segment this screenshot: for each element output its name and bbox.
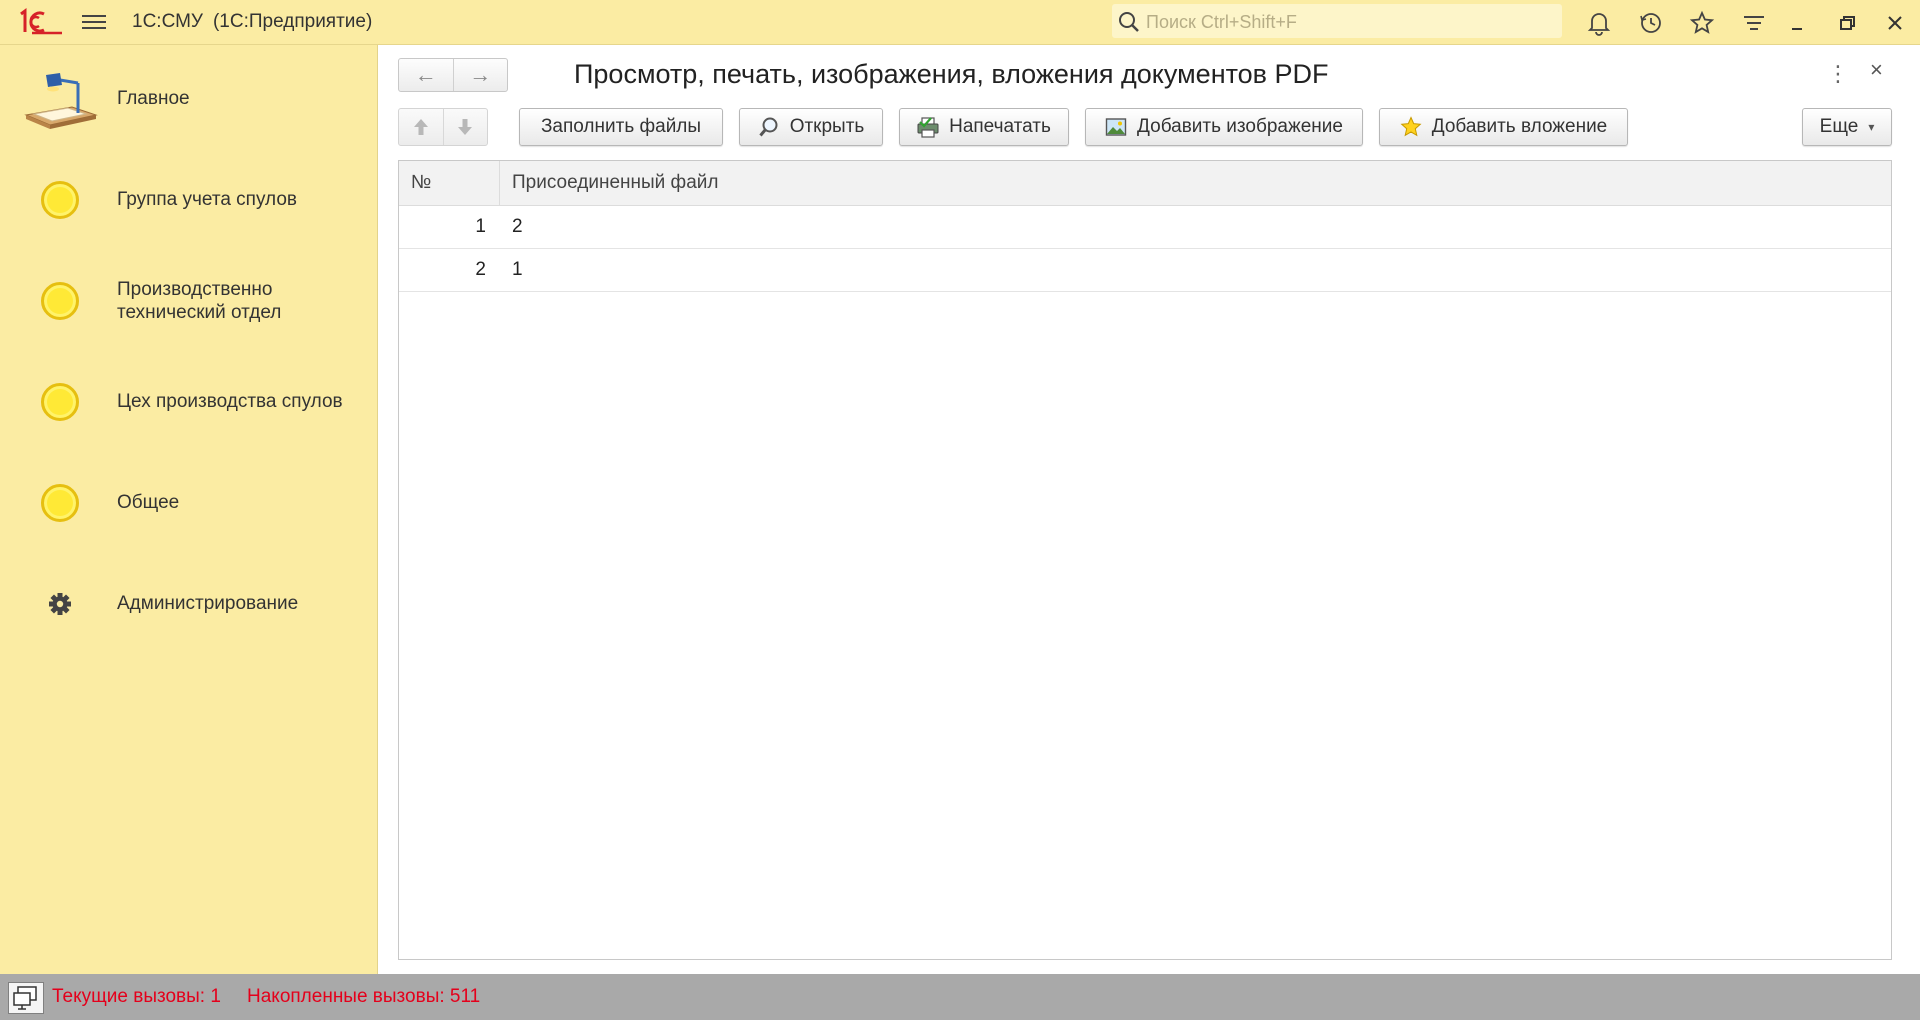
yellow-circle-icon (36, 378, 84, 426)
more-button[interactable]: Еще ▾ (1802, 108, 1892, 146)
cell-number: 1 (475, 216, 486, 237)
close-icon[interactable] (1882, 10, 1908, 36)
cell-number: 2 (475, 259, 486, 280)
star-icon (1400, 116, 1422, 138)
sidebar-item-label: Цех производства спулов (117, 391, 343, 412)
back-arrow-icon[interactable]: ← (399, 59, 454, 91)
bell-icon[interactable] (1586, 10, 1612, 36)
minimize-icon[interactable] (1784, 10, 1810, 36)
filter-icon[interactable] (1741, 10, 1767, 36)
move-row-buttons (398, 108, 488, 146)
gear-icon (36, 580, 84, 628)
move-up-icon[interactable] (399, 109, 444, 145)
print-button[interactable]: Напечатать (899, 108, 1069, 146)
app-mode: (1С:Предприятие) (212, 11, 373, 32)
sidebar-item-main[interactable]: Главное (0, 59, 378, 139)
table-header: № Присоединенный файл (399, 161, 1891, 206)
menu-icon[interactable] (82, 11, 106, 33)
star-icon[interactable] (1689, 10, 1715, 36)
yellow-circle-icon (36, 277, 84, 325)
form-area: ← → Просмотр, печать, изображения, вложе… (378, 45, 1920, 974)
sections-panel: Главное Группа учета спулов Производстве… (0, 45, 378, 974)
status-bar: Текущие вызовы: 1 Накопленные вызовы: 51… (0, 974, 1920, 1020)
attached-files-table[interactable]: № Присоединенный файл 1 2 2 1 (398, 160, 1892, 960)
sidebar-item-label: Группа учета спулов (117, 189, 297, 210)
open-button[interactable]: Открыть (739, 108, 883, 146)
chevron-down-icon: ▾ (1868, 120, 1875, 134)
table-row[interactable]: 1 2 (399, 206, 1891, 249)
1c-logo-icon (18, 8, 64, 36)
history-icon[interactable] (1638, 10, 1664, 36)
sidebar-item-label: Главное (117, 88, 190, 109)
title-bar: 1С:СМУ (1С:Предприятие) (0, 0, 1920, 45)
cell-attached-file[interactable]: 1 (500, 249, 1891, 291)
printer-icon (917, 116, 939, 138)
sidebar-item-production-technical[interactable]: Производственно технический отдел (0, 261, 378, 341)
yellow-circle-icon (36, 176, 84, 224)
sidebar-item-label: Производственно технический отдел (117, 279, 282, 323)
open-label: Открыть (789, 116, 865, 137)
sidebar-item-spool-accounting[interactable]: Группа учета спулов (0, 160, 378, 240)
current-calls-text: Текущие вызовы: 1 (52, 986, 221, 1007)
add-attachment-label: Добавить вложение (1431, 116, 1608, 137)
monitor-icon[interactable] (8, 982, 44, 1014)
app-name: 1С:СМУ (132, 11, 203, 32)
sidebar-item-label: Администрирование (117, 593, 299, 614)
sidebar-item-label: Общее (117, 492, 180, 513)
column-header-number[interactable]: № (399, 161, 500, 205)
form-title: Просмотр, печать, изображения, вложения … (574, 59, 1329, 89)
restore-icon[interactable] (1834, 10, 1860, 36)
search-box[interactable] (1112, 4, 1562, 40)
magnifier-icon (758, 116, 780, 138)
add-image-label: Добавить изображение (1137, 116, 1343, 137)
search-input[interactable] (1144, 4, 1558, 40)
column-header-attached-file[interactable]: Присоединенный файл (500, 161, 1891, 205)
add-image-button[interactable]: Добавить изображение (1085, 108, 1363, 146)
search-icon (1119, 12, 1139, 32)
sidebar-item-general[interactable]: Общее (0, 463, 378, 543)
forward-arrow-icon[interactable]: → (454, 59, 508, 91)
sidebar-item-spool-workshop[interactable]: Цех производства спулов (0, 362, 378, 442)
more-actions-icon[interactable]: ⋮ (1827, 61, 1849, 87)
yellow-circle-icon (36, 479, 84, 527)
cell-attached-file[interactable]: 2 (500, 206, 1891, 248)
fill-files-label: Заполнить файлы (540, 116, 702, 137)
accumulated-calls-text: Накопленные вызовы: 511 (247, 986, 481, 1007)
desk-lamp-icon (20, 69, 100, 131)
more-label: Еще (1819, 116, 1859, 137)
app-title: 1С:СМУ (1С:Предприятие) (132, 11, 372, 33)
history-navigation: ← → (398, 58, 508, 92)
picture-icon (1105, 116, 1127, 138)
sidebar-item-administration[interactable]: Администрирование (0, 564, 378, 644)
fill-files-button[interactable]: Заполнить файлы (519, 108, 723, 146)
move-down-icon[interactable] (444, 109, 488, 145)
table-row[interactable]: 2 1 (399, 249, 1891, 292)
add-attachment-button[interactable]: Добавить вложение (1379, 108, 1628, 146)
print-label: Напечатать (949, 116, 1051, 137)
form-close-icon[interactable]: × (1870, 57, 1883, 83)
